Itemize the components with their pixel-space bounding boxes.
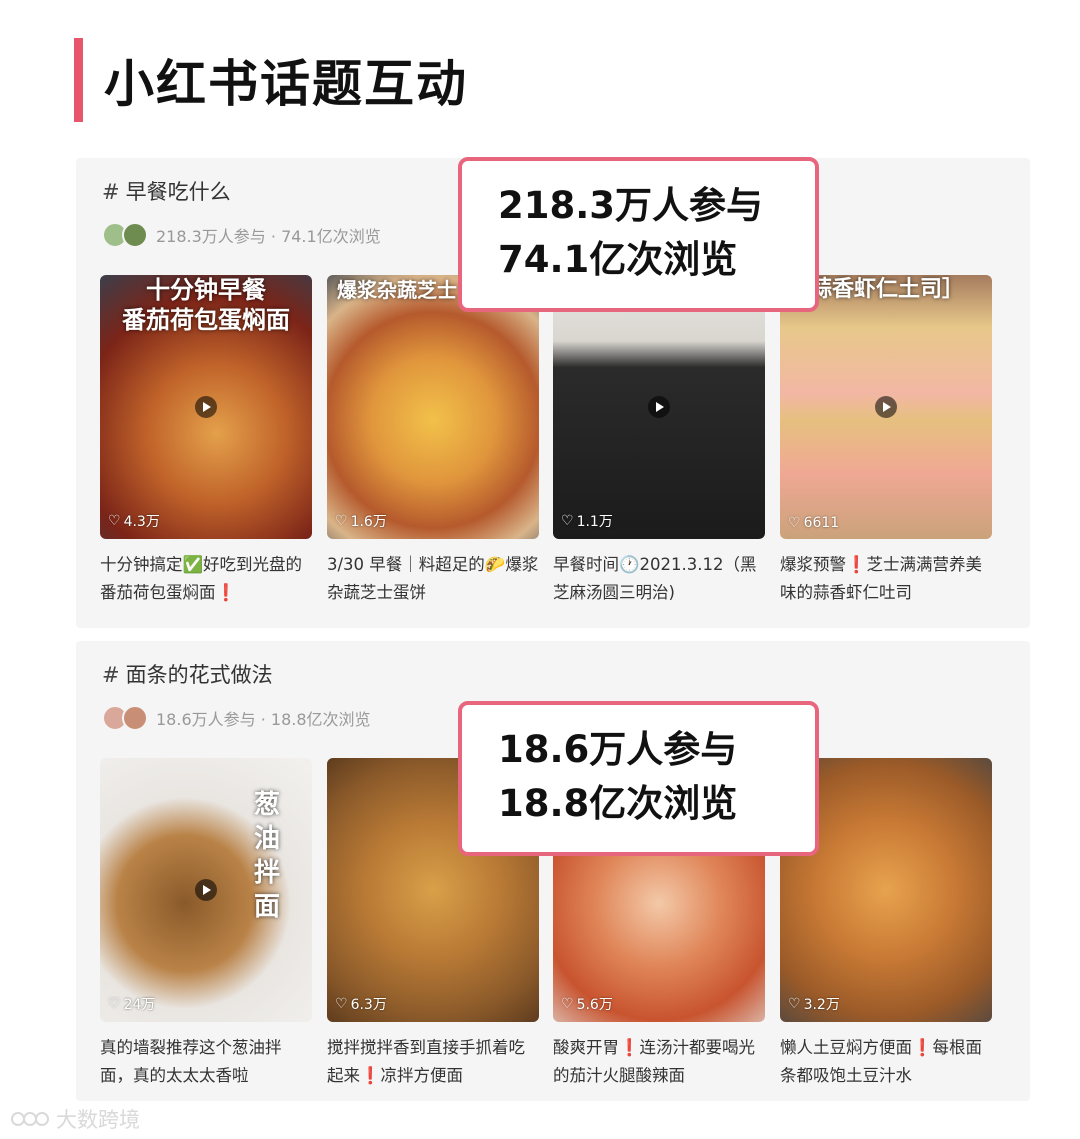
like-count: ♡ 5.6万 — [561, 996, 613, 1013]
like-count: ♡ 1.6万 — [335, 513, 387, 530]
note-cover[interactable]: 蒜香虾仁土司］ ♡ 6611 — [780, 275, 992, 539]
participant-avatars — [102, 222, 148, 248]
heart-icon: ♡ — [561, 996, 574, 1012]
note-caption[interactable]: 3/30 早餐｜料超足的🌮爆浆杂蔬芝士蛋饼 — [327, 551, 539, 607]
note-card[interactable]: 十分钟早餐 番茄荷包蛋焖面 ♡ 4.3万 十分钟搞定✅好吃到光盘的番茄荷包蛋焖面❗ — [100, 275, 312, 607]
stats-callout: 18.6万人参与 18.8亿次浏览 — [458, 701, 819, 856]
topic-name: 面条的花式做法 — [125, 663, 273, 687]
note-caption[interactable]: 真的墙裂推荐这个葱油拌面，真的太太太香啦 — [100, 1034, 312, 1090]
participants-stat: 218.3万人参与 — [498, 184, 764, 227]
note-card[interactable]: ♡ 1.1万 早餐时间🕐2021.3.12（黑芝麻汤圆三明治) — [553, 275, 765, 607]
note-caption[interactable]: 爆浆预警❗芝士满满营养美味的蒜香虾仁吐司 — [780, 551, 992, 607]
views-stat: 18.8亿次浏览 — [498, 782, 738, 825]
note-caption[interactable]: 早餐时间🕐2021.3.12（黑芝麻汤圆三明治) — [553, 551, 765, 607]
heart-icon: ♡ — [108, 996, 121, 1012]
heart-icon: ♡ — [561, 513, 574, 529]
avatar — [122, 705, 148, 731]
play-icon — [648, 396, 670, 418]
participant-avatars — [102, 705, 148, 731]
note-cover[interactable]: 爆浆杂蔬芝士 ♡ 1.6万 — [327, 275, 539, 539]
hashtag-icon: # — [102, 663, 120, 687]
views-stat: 74.1亿次浏览 — [498, 238, 738, 281]
topic-name: 早餐吃什么 — [125, 180, 231, 204]
like-count: ♡ 6611 — [788, 515, 840, 531]
page-title: 小红书话题互动 — [104, 55, 468, 113]
watermark-logo-icon — [11, 1112, 49, 1126]
note-caption[interactable]: 十分钟搞定✅好吃到光盘的番茄荷包蛋焖面❗ — [100, 551, 312, 607]
like-count: ♡ 4.3万 — [108, 513, 160, 530]
topic-title[interactable]: # 面条的花式做法 — [102, 659, 273, 689]
play-icon — [195, 879, 217, 901]
like-count: ♡ 6.3万 — [335, 996, 387, 1013]
note-caption[interactable]: 懒人土豆焖方便面❗每根面条都吸饱土豆汁水 — [780, 1034, 992, 1090]
note-cover[interactable]: ♡ 1.1万 — [553, 275, 765, 539]
note-caption[interactable]: 酸爽开胃❗连汤汁都要喝光的茄汁火腿酸辣面 — [553, 1034, 765, 1090]
note-cover[interactable]: 十分钟早餐 番茄荷包蛋焖面 ♡ 4.3万 — [100, 275, 312, 539]
note-caption[interactable]: 搅拌搅拌香到直接手抓着吃起来❗凉拌方便面 — [327, 1034, 539, 1090]
heart-icon: ♡ — [335, 513, 348, 529]
title-accent-bar — [74, 38, 83, 122]
topic-stats: 18.6万人参与 · 18.8亿次浏览 — [156, 710, 371, 729]
note-card[interactable]: 蒜香虾仁土司］ ♡ 6611 爆浆预警❗芝士满满营养美味的蒜香虾仁吐司 — [780, 275, 992, 607]
play-icon — [875, 396, 897, 418]
play-icon — [195, 396, 217, 418]
like-count: ♡ 24万 — [108, 996, 156, 1013]
heart-icon: ♡ — [335, 996, 348, 1012]
like-count: ♡ 1.1万 — [561, 513, 613, 530]
hashtag-icon: # — [102, 180, 120, 204]
avatar — [122, 222, 148, 248]
cover-text: 十分钟早餐 番茄荷包蛋焖面 — [122, 276, 290, 334]
stats-callout: 218.3万人参与 74.1亿次浏览 — [458, 157, 819, 312]
note-card[interactable]: 葱油拌面 ♡ 24万 真的墙裂推荐这个葱油拌面，真的太太太香啦 — [100, 758, 312, 1090]
note-cover[interactable]: 葱油拌面 ♡ 24万 — [100, 758, 312, 1022]
topic-title[interactable]: # 早餐吃什么 — [102, 176, 231, 206]
participants-stat: 18.6万人参与 — [498, 728, 738, 771]
topic-stats: 218.3万人参与 · 74.1亿次浏览 — [156, 227, 381, 246]
like-count: ♡ 3.2万 — [788, 996, 840, 1013]
heart-icon: ♡ — [788, 515, 801, 531]
watermark: 大数跨境 — [10, 1104, 140, 1134]
cover-text: 葱油拌面 — [253, 790, 280, 922]
note-card[interactable]: 爆浆杂蔬芝士 ♡ 1.6万 3/30 早餐｜料超足的🌮爆浆杂蔬芝士蛋饼 — [327, 275, 539, 607]
heart-icon: ♡ — [788, 996, 801, 1012]
topic-meta: 218.3万人参与 · 74.1亿次浏览 — [102, 222, 381, 248]
watermark-text: 大数跨境 — [56, 1108, 140, 1132]
topic-meta: 18.6万人参与 · 18.8亿次浏览 — [102, 705, 371, 731]
heart-icon: ♡ — [108, 513, 121, 529]
